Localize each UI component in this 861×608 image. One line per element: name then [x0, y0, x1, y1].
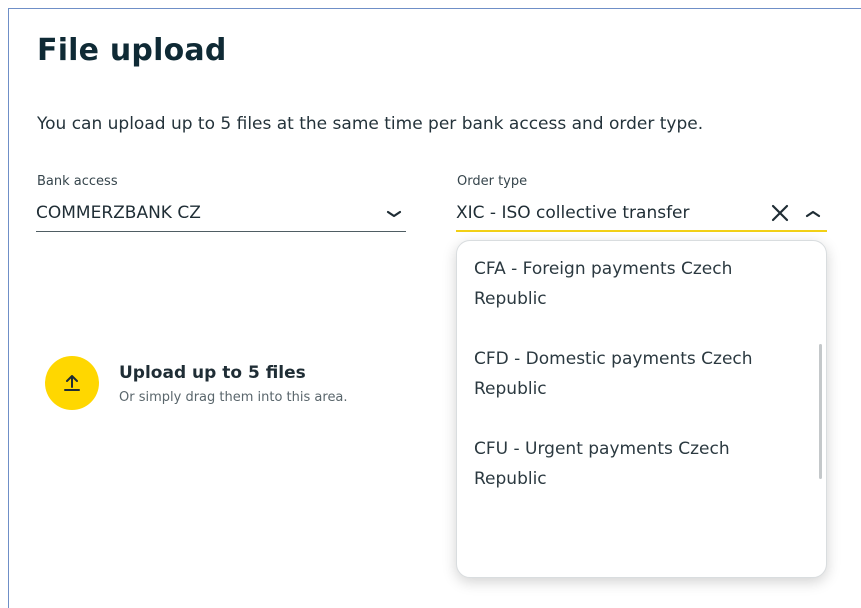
- upload-button[interactable]: [45, 356, 99, 410]
- order-type-value: XIC - ISO collective transfer: [456, 203, 690, 223]
- upload-icon: [64, 375, 80, 391]
- chevron-down-icon[interactable]: [385, 208, 403, 220]
- upload-hint: Or simply drag them into this area.: [119, 390, 348, 405]
- bank-access-label: Bank access: [37, 174, 118, 189]
- order-type-select[interactable]: XIC - ISO collective transfer: [456, 198, 827, 232]
- page-description: You can upload up to 5 files at the same…: [37, 114, 704, 134]
- bank-access-value: COMMERZBANK CZ: [36, 203, 201, 223]
- order-type-dropdown[interactable]: CFA - Foreign payments Czech Republic CF…: [456, 240, 827, 578]
- order-type-label: Order type: [457, 174, 528, 189]
- chevron-up-icon[interactable]: [804, 208, 822, 220]
- dropdown-scrollbar[interactable]: [819, 344, 822, 479]
- dropdown-option-cfa[interactable]: CFA - Foreign payments Czech Republic: [474, 254, 794, 314]
- dropdown-option-cfu[interactable]: CFU - Urgent payments Czech Republic: [474, 434, 794, 494]
- bank-access-select[interactable]: COMMERZBANK CZ: [36, 198, 406, 232]
- dropdown-option-cfd[interactable]: CFD - Domestic payments Czech Republic: [474, 344, 794, 404]
- upload-title[interactable]: Upload up to 5 files: [119, 363, 306, 383]
- page-title: File upload: [37, 33, 227, 68]
- close-icon[interactable]: [771, 204, 789, 222]
